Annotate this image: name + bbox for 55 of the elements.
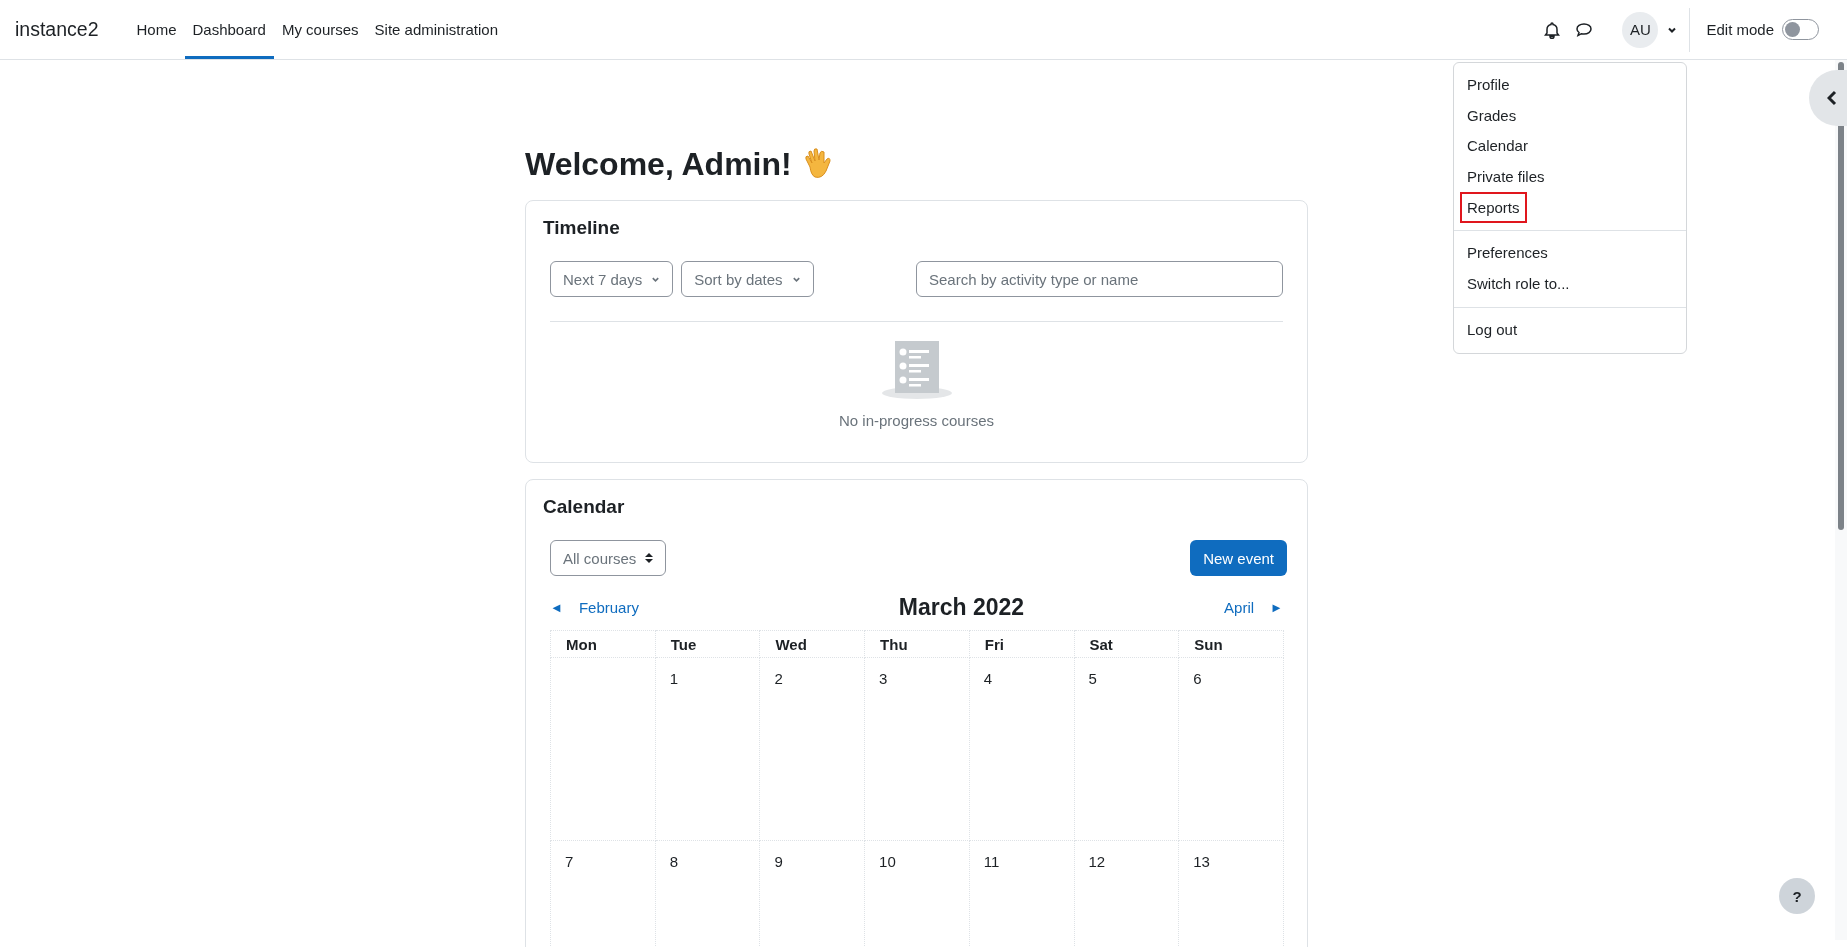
day-number[interactable]: 7 [565, 853, 574, 870]
new-event-button[interactable]: New event [1190, 540, 1287, 576]
day-number[interactable]: 12 [1088, 853, 1106, 870]
help-button[interactable]: ? [1779, 878, 1815, 914]
weekday-header: Thu [864, 630, 970, 658]
chevron-left-icon [1827, 90, 1837, 106]
menu-item[interactable]: Grades [1460, 99, 1524, 131]
menu-item[interactable]: Profile [1460, 68, 1517, 100]
menu-item[interactable]: Switch role to... [1460, 267, 1577, 299]
next-month-link[interactable]: April ► [1224, 598, 1283, 616]
nav-link[interactable]: My courses [273, 0, 367, 59]
day-number[interactable]: 4 [983, 670, 993, 687]
welcome-heading: Welcome, Admin! [525, 145, 792, 183]
day-number[interactable]: 9 [774, 853, 783, 870]
filter-dropdown[interactable]: Next 7 days [550, 261, 674, 297]
empty-state-text: No in-progress courses [838, 412, 995, 429]
weekday-header: Fri [969, 630, 1074, 658]
menu-item[interactable]: Preferences [1460, 237, 1555, 269]
weekday-header: Mon [550, 630, 656, 658]
filter-dropdown[interactable]: Sort by dates [681, 261, 814, 297]
card-title: Calendar [543, 496, 626, 518]
edit-mode-toggle[interactable] [1782, 19, 1819, 40]
day-number[interactable]: 3 [879, 670, 888, 687]
weekday-header: Sat [1074, 630, 1179, 658]
bell-icon[interactable] [1543, 20, 1562, 39]
day-number[interactable]: 5 [1088, 670, 1097, 687]
menu-item[interactable]: Calendar [1460, 130, 1535, 162]
menu-item[interactable]: Private files [1460, 160, 1552, 192]
month-title: March 2022 [898, 593, 1025, 621]
day-number[interactable]: 2 [774, 670, 783, 687]
empty-list-icon [880, 341, 953, 399]
chat-bubble-icon[interactable] [1575, 20, 1594, 39]
weekday-header: Wed [759, 630, 865, 658]
menu-item[interactable]: Reports [1460, 191, 1527, 223]
edit-mode-label: Edit mode [1706, 21, 1774, 38]
previous-month-link[interactable]: ◄ February [550, 598, 639, 616]
drawer-toggle-button[interactable] [1809, 70, 1847, 126]
course-select[interactable]: All courses [550, 540, 667, 576]
sort-arrows-icon [645, 552, 654, 564]
menu-item[interactable]: Log out [1460, 313, 1525, 345]
weekday-header: Sun [1178, 630, 1284, 658]
nav-link[interactable]: Site administration [366, 0, 506, 59]
weekday-header: Tue [655, 630, 760, 658]
day-number[interactable]: 8 [669, 853, 679, 870]
search-field[interactable]: Search by activity type or name [916, 261, 1283, 297]
day-number[interactable]: 6 [1193, 670, 1202, 687]
day-number[interactable]: 13 [1193, 853, 1210, 870]
site-name[interactable]: instance2 [15, 18, 99, 41]
card-title: Timeline [543, 217, 621, 239]
nav-link[interactable]: Home [128, 0, 185, 59]
nav-link[interactable]: Dashboard [184, 0, 274, 59]
day-number[interactable]: 11 [983, 853, 1000, 870]
user-avatar[interactable]: AU [1622, 11, 1659, 48]
day-number[interactable]: 10 [879, 853, 896, 870]
day-number[interactable]: 1 [669, 670, 679, 687]
